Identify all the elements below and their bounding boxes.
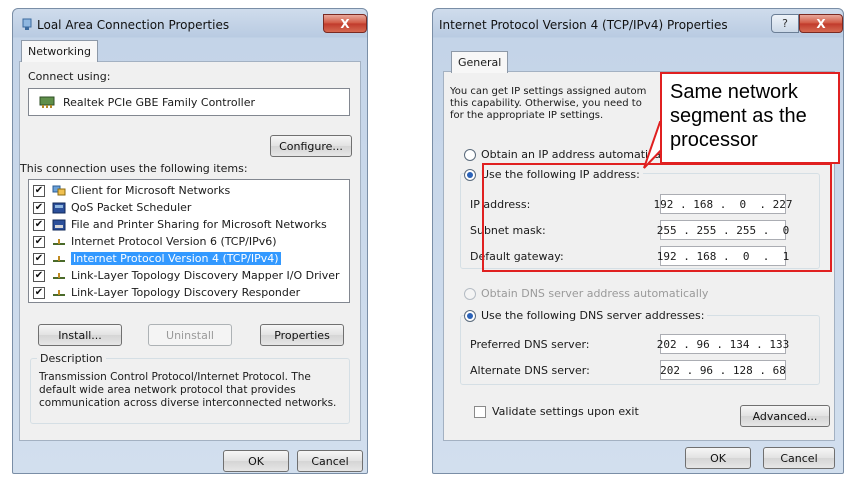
use-following-dns-radio[interactable]: Use the following DNS server addresses: bbox=[464, 309, 708, 322]
close-icon: X bbox=[816, 16, 826, 31]
description-text: Transmission Control Protocol/Internet P… bbox=[39, 371, 337, 409]
ok-button[interactable]: OK bbox=[223, 450, 289, 472]
protocol-icon bbox=[51, 286, 67, 300]
item-label: QoS Packet Scheduler bbox=[71, 201, 192, 214]
list-item[interactable]: ✔ File and Printer Sharing for Microsoft… bbox=[33, 216, 345, 233]
close-icon: X bbox=[340, 16, 350, 31]
item-label: Link-Layer Topology Discovery Responder bbox=[71, 286, 301, 299]
callout-text: Same network segment as the processor bbox=[670, 81, 807, 151]
callout-box: Same network segment as the processor bbox=[660, 72, 840, 164]
cancel-button[interactable]: Cancel bbox=[297, 450, 363, 472]
lan-title: Loal Area Connection Properties bbox=[37, 18, 230, 32]
item-checkbox[interactable]: ✔ bbox=[33, 201, 45, 214]
list-item[interactable]: ✔ Internet Protocol Version 6 (TCP/IPv6) bbox=[33, 233, 345, 250]
checkbox[interactable] bbox=[474, 405, 486, 418]
info-line: You can get IP settings assigned autom bbox=[450, 86, 647, 97]
validate-settings-checkbox[interactable]: Validate settings upon exit bbox=[474, 405, 639, 418]
item-checkbox[interactable]: ✔ bbox=[33, 235, 45, 248]
tab-general[interactable]: General bbox=[451, 51, 509, 73]
adapter-name: Realtek PCIe GBE Family Controller bbox=[63, 95, 256, 109]
connect-using-label: Connect using: bbox=[28, 70, 111, 83]
obtain-dns-auto-radio: Obtain DNS server address automatically bbox=[464, 287, 708, 300]
lan-close-button[interactable]: X bbox=[323, 14, 367, 33]
cancel-button[interactable]: Cancel bbox=[763, 447, 835, 469]
lan-tab-panel: Connect using: Realtek PCIe GBE Family C… bbox=[19, 61, 361, 441]
tab-networking[interactable]: Networking bbox=[21, 40, 98, 62]
lan-titlebar[interactable]: Loal Area Connection Properties X bbox=[13, 9, 367, 39]
list-item[interactable]: ✔ QoS Packet Scheduler bbox=[33, 199, 345, 216]
info-line: this capability. Otherwise, you need to bbox=[450, 98, 642, 109]
description-title: Description bbox=[37, 352, 106, 365]
radio-button[interactable] bbox=[464, 168, 476, 181]
item-label: Client for Microsoft Networks bbox=[71, 184, 231, 197]
alternate-dns-label: Alternate DNS server: bbox=[470, 364, 590, 377]
ipv4-title: Internet Protocol Version 4 (TCP/IPv4) P… bbox=[439, 18, 728, 32]
preferred-dns-label: Preferred DNS server: bbox=[470, 338, 590, 351]
items-label: This connection uses the following items… bbox=[20, 162, 248, 175]
radio-button bbox=[464, 287, 476, 300]
lan-properties-window: Loal Area Connection Properties X Networ… bbox=[12, 8, 368, 474]
protocol-icon bbox=[51, 252, 67, 266]
item-label: Internet Protocol Version 6 (TCP/IPv6) bbox=[71, 235, 277, 248]
radio-button[interactable] bbox=[464, 309, 476, 322]
list-item[interactable]: ✔ Link-Layer Topology Discovery Responde… bbox=[33, 284, 345, 301]
info-text: You can get IP settings assigned autom t… bbox=[450, 86, 646, 122]
uninstall-button: Uninstall bbox=[148, 324, 232, 346]
components-list: ✔ Client for Microsoft Networks ✔ QoS Pa… bbox=[28, 179, 350, 303]
item-checkbox[interactable]: ✔ bbox=[33, 252, 45, 265]
file-printer-sharing-icon bbox=[51, 218, 67, 232]
install-button[interactable]: Install... bbox=[38, 324, 122, 346]
description-group: Description Transmission Control Protoco… bbox=[30, 352, 350, 424]
list-item[interactable]: ✔ Internet Protocol Version 4 (TCP/IPv4) bbox=[33, 250, 345, 267]
protocol-icon bbox=[51, 235, 67, 249]
item-checkbox[interactable]: ✔ bbox=[33, 269, 45, 282]
protocol-icon bbox=[51, 269, 67, 283]
list-item[interactable]: ✔ Link-Layer Topology Discovery Mapper I… bbox=[33, 267, 345, 284]
preferred-dns-input[interactable]: 202 . 96 . 134 . 133 bbox=[657, 334, 789, 354]
network-card-icon bbox=[39, 95, 55, 109]
help-button[interactable]: ? bbox=[771, 14, 799, 33]
configure-button[interactable]: Configure... bbox=[270, 135, 352, 157]
ip-settings-highlight bbox=[482, 163, 832, 272]
advanced-button[interactable]: Advanced... bbox=[740, 405, 830, 427]
ipv4-titlebar[interactable]: Internet Protocol Version 4 (TCP/IPv4) P… bbox=[433, 9, 843, 39]
alternate-dns-input[interactable]: 202 . 96 . 128 . 68 bbox=[660, 360, 786, 380]
network-adapter-icon bbox=[21, 18, 33, 34]
item-checkbox[interactable]: ✔ bbox=[33, 286, 45, 299]
network-client-icon bbox=[51, 184, 67, 198]
scheduler-icon bbox=[51, 201, 67, 215]
item-checkbox[interactable]: ✔ bbox=[33, 184, 45, 197]
ipv4-close-button[interactable]: X bbox=[799, 14, 843, 33]
adapter-field: Realtek PCIe GBE Family Controller bbox=[28, 88, 350, 116]
item-label: Link-Layer Topology Discovery Mapper I/O… bbox=[71, 269, 340, 282]
properties-button[interactable]: Properties bbox=[260, 324, 344, 346]
item-label: File and Printer Sharing for Microsoft N… bbox=[71, 218, 327, 231]
ok-button[interactable]: OK bbox=[685, 447, 751, 469]
help-icon: ? bbox=[782, 17, 788, 30]
radio-button[interactable] bbox=[464, 148, 476, 161]
item-label: Internet Protocol Version 4 (TCP/IPv4) bbox=[71, 252, 281, 265]
item-checkbox[interactable]: ✔ bbox=[33, 218, 45, 231]
info-line: for the appropriate IP settings. bbox=[450, 110, 604, 121]
list-item[interactable]: ✔ Client for Microsoft Networks bbox=[33, 182, 345, 199]
